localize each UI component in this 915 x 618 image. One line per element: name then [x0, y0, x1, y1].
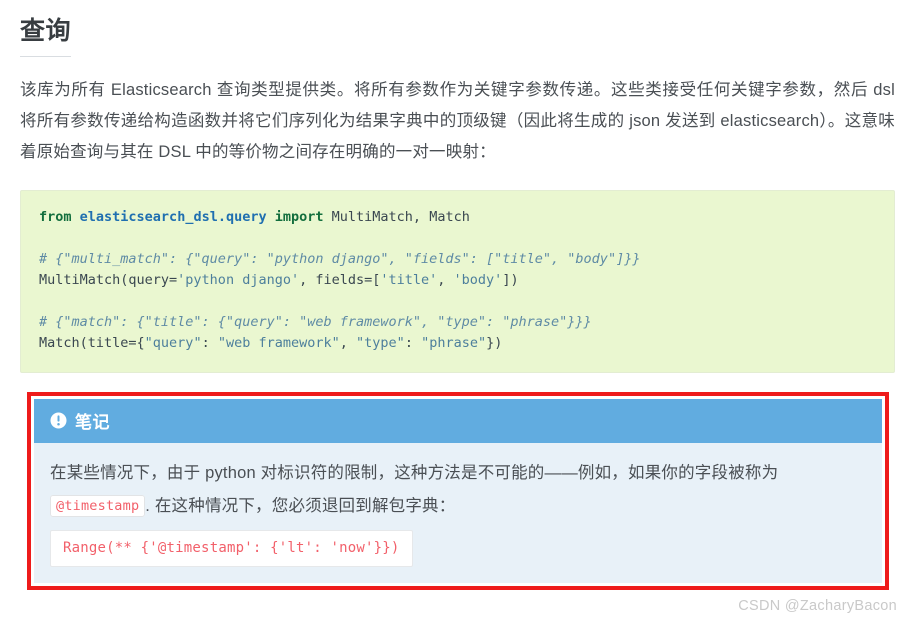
- csdn-watermark: CSDN @ZacharyBacon: [738, 598, 897, 614]
- code-keyword-import: import: [274, 209, 324, 225]
- code-match-mid-2: ,: [339, 335, 357, 351]
- code-string-query-key: "query": [144, 335, 202, 351]
- note-text-part-2: . 在这种情况下，您必须退回到解包字典：: [145, 497, 456, 515]
- code-multimatch-end: ]): [502, 272, 519, 288]
- code-match-end: }): [486, 335, 503, 351]
- code-string-title: 'title': [380, 272, 438, 288]
- note-code-row: Range(** {'@timestamp': {'lt': 'now'}}): [50, 523, 866, 567]
- title-row: 查询: [18, 0, 897, 57]
- intro-paragraph: 该库为所有 Elasticsearch 查询类型提供类。将所有参数作为关键字参数…: [20, 81, 895, 161]
- code-module-path: elasticsearch_dsl.query: [79, 209, 267, 225]
- code-blank-line-2: [39, 291, 876, 312]
- code-keyword-from: from: [39, 209, 72, 225]
- code-match-call: Match(title={: [39, 335, 145, 351]
- note-code-snippet: Range(** {'@timestamp': {'lt': 'now'}}): [50, 530, 413, 567]
- code-string-query: 'python django': [177, 272, 300, 288]
- code-string-phrase: "phrase": [421, 335, 487, 351]
- note-text-part-1: 在某些情况下，由于 python 对标识符的限制，这种方法是不可能的——例如，如…: [50, 464, 779, 482]
- exclamation-circle-icon: [50, 412, 67, 429]
- code-match-mid-3: :: [404, 335, 422, 351]
- code-string-type-key: "type": [356, 335, 405, 351]
- code-block: from elasticsearch_dsl.query import Mult…: [20, 190, 895, 373]
- code-string-web-framework: "web framework": [217, 335, 340, 351]
- code-match-mid-1: :: [201, 335, 218, 351]
- code-imported-names: MultiMatch, Match: [331, 209, 470, 225]
- code-multimatch-sep: ,: [437, 272, 454, 288]
- page-title: 查询: [20, 0, 72, 57]
- code-string-body: 'body': [453, 272, 503, 288]
- inline-code-timestamp: @timestamp: [50, 495, 146, 517]
- note-header-label: 笔记: [75, 413, 110, 432]
- code-multimatch-call: MultiMatch(query=: [39, 272, 178, 288]
- code-comment-match: # {"match": {"title": {"query": "web fra…: [39, 314, 592, 330]
- highlight-annotation-box: 笔记 在某些情况下，由于 python 对标识符的限制，这种方法是不可能的——例…: [27, 392, 889, 590]
- document-page: 查询 该库为所有 Elasticsearch 查询类型提供类。将所有参数作为关键…: [0, 0, 915, 590]
- code-multimatch-mid: , fields=[: [299, 272, 381, 288]
- note-body: 在某些情况下，由于 python 对标识符的限制，这种方法是不可能的——例如，如…: [34, 443, 882, 583]
- code-comment-multimatch: # {"multi_match": {"query": "python djan…: [39, 251, 641, 267]
- note-header: 笔记: [34, 399, 882, 443]
- note-callout: 笔记 在某些情况下，由于 python 对标识符的限制，这种方法是不可能的——例…: [34, 399, 882, 583]
